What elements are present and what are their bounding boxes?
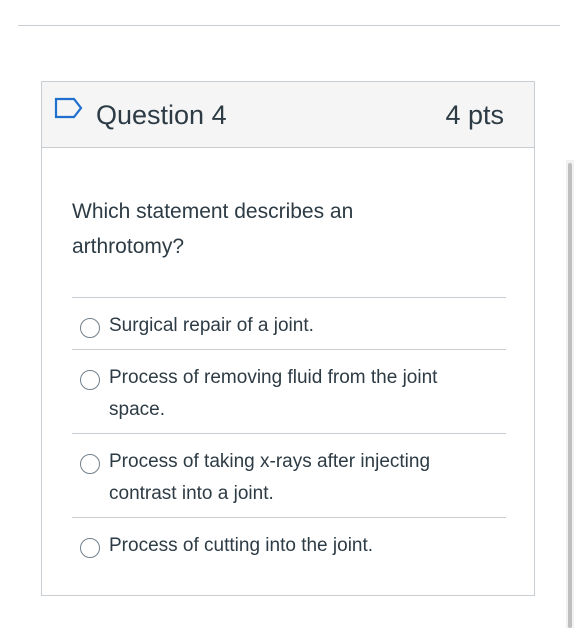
answer-list: Surgical repair of a joint. Process of r…: [72, 297, 506, 569]
question-header: Question 4 4 pts: [42, 82, 534, 148]
answer-label[interactable]: Process of cutting into the joint.: [109, 530, 479, 562]
top-divider: [18, 25, 560, 26]
radio-button[interactable]: [80, 370, 100, 390]
radio-button[interactable]: [80, 454, 100, 474]
radio-button[interactable]: [80, 318, 100, 338]
radio-button[interactable]: [80, 538, 100, 558]
scrollbar-thumb[interactable]: [568, 163, 572, 628]
answer-option[interactable]: Process of removing fluid from the joint…: [72, 349, 506, 433]
question-card: Question 4 4 pts Which statement describ…: [41, 81, 535, 596]
answer-option[interactable]: Surgical repair of a joint.: [72, 297, 506, 349]
answer-option[interactable]: Process of taking x-rays after injecting…: [72, 433, 506, 517]
answer-label[interactable]: Process of removing fluid from the joint…: [109, 362, 479, 426]
flag-outline-icon[interactable]: [54, 97, 84, 119]
question-points: 4 pts: [445, 100, 504, 130]
question-text: Which statement describes an arthrotomy?: [72, 200, 354, 258]
answer-label[interactable]: Surgical repair of a joint.: [109, 310, 479, 342]
question-title: Question 4: [96, 100, 227, 130]
answer-option[interactable]: Process of cutting into the joint.: [72, 517, 506, 569]
answer-label[interactable]: Process of taking x-rays after injecting…: [109, 446, 479, 510]
